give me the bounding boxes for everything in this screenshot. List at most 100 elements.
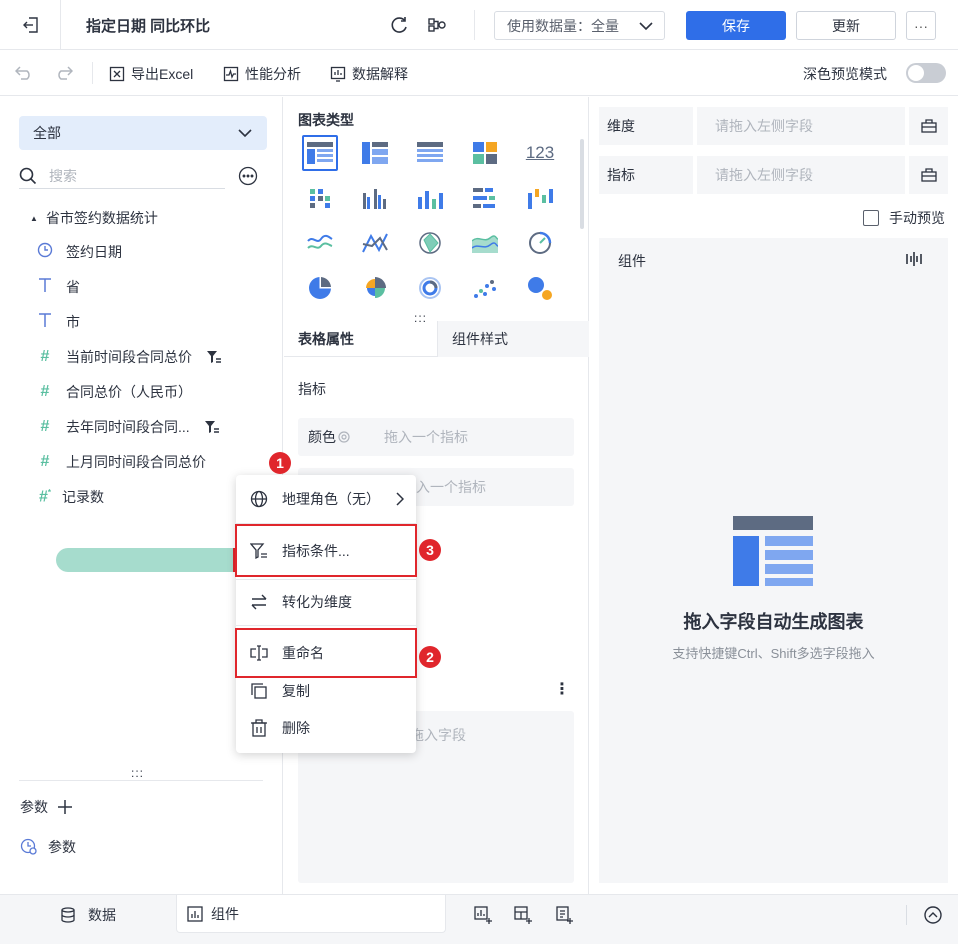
checkbox-icon[interactable] xyxy=(863,210,879,226)
add-dashboard-icon[interactable] xyxy=(513,905,533,925)
more-button[interactable]: ··· xyxy=(906,11,936,40)
redo-icon[interactable] xyxy=(54,64,74,82)
update-button[interactable]: 更新 xyxy=(796,11,896,40)
save-button[interactable]: 保存 xyxy=(686,11,786,40)
menu-item-convert-dimension[interactable]: 转化为维度 xyxy=(236,584,416,620)
perf-analysis-button[interactable]: 性能分析 xyxy=(223,64,301,84)
dark-preview-toggle[interactable] xyxy=(906,63,946,83)
field-item[interactable]: 市 xyxy=(36,308,80,336)
field-item[interactable]: 省 xyxy=(36,273,80,301)
chart-type-rose[interactable] xyxy=(357,270,393,306)
dataset-node[interactable]: ▲ 省市签约数据统计 xyxy=(30,208,158,228)
metric-drop-field[interactable]: 请拖入左侧字段 xyxy=(697,156,905,194)
dimension-drop-field[interactable]: 请拖入左侧字段 xyxy=(697,107,905,145)
chart-type-dot-bar[interactable] xyxy=(302,180,338,216)
dataset-name: 省市签约数据统计 xyxy=(45,210,158,226)
bar-chart-icon xyxy=(418,191,443,209)
panel-resize-handle[interactable]: ::: xyxy=(131,767,144,779)
field-item-selected[interactable]: # 上月同时间段合同总价 xyxy=(36,448,206,476)
add-report-icon[interactable] xyxy=(554,905,574,925)
empty-state-title: 拖入字段自动生成图表 xyxy=(683,612,864,632)
toolbar-divider xyxy=(92,62,93,84)
copy-icon xyxy=(251,683,267,699)
manual-preview-label: 手动预览 xyxy=(889,210,945,226)
component-canvas[interactable]: 组件 拖入字段自动生成图表 支持快捷键Ctrl、Shift多选字段拖入 xyxy=(599,238,948,883)
detail-table-icon xyxy=(417,142,443,162)
tab-component-active[interactable]: 组件 xyxy=(176,895,446,933)
undo-icon[interactable] xyxy=(14,64,34,82)
chart-type-line[interactable] xyxy=(302,225,338,261)
chart-type-bubble[interactable] xyxy=(522,270,558,306)
more-options-icon[interactable] xyxy=(238,166,258,186)
data-amount-select[interactable]: 使用数据量：全量 xyxy=(494,11,665,40)
export-excel-button[interactable]: 导出Excel xyxy=(109,64,193,84)
chart-type-scatter[interactable] xyxy=(467,270,503,306)
chart-type-waterfall[interactable] xyxy=(522,180,558,216)
hash-icon: # xyxy=(40,453,50,470)
perf-analysis-label: 性能分析 xyxy=(245,66,301,82)
chart-type-bar[interactable] xyxy=(412,180,448,216)
menu-item-delete[interactable]: 删除 xyxy=(236,710,416,746)
menu-item-geo-role[interactable]: 地理角色（无） xyxy=(236,481,416,517)
chart-type-detail-table[interactable] xyxy=(412,135,448,171)
refresh-icon[interactable] xyxy=(388,14,410,36)
chart-type-pie[interactable] xyxy=(302,270,338,306)
relation-icon[interactable] xyxy=(426,14,448,36)
chart-type-grouped-bar[interactable] xyxy=(357,180,393,216)
field-label: 市 xyxy=(66,314,80,330)
add-component-icon[interactable] xyxy=(473,905,493,925)
chart-type-horizontal-bar[interactable] xyxy=(467,180,503,216)
briefcase-icon xyxy=(920,168,937,182)
exit-icon[interactable] xyxy=(20,14,42,36)
chart-type-kpi-card[interactable] xyxy=(467,135,503,171)
chart-types-title: 图表类型 xyxy=(298,112,354,128)
search-icon xyxy=(19,167,37,184)
chart-align-icon[interactable] xyxy=(905,250,923,268)
params-label: 参数 xyxy=(20,799,48,815)
field-item[interactable]: #* 记录数 xyxy=(36,483,104,511)
menu-item-copy[interactable]: 复制 xyxy=(236,673,416,709)
tab-table-props[interactable]: 表格属性 xyxy=(284,321,437,357)
search-input[interactable]: 搜索 xyxy=(49,166,77,186)
data-explain-button[interactable]: 数据解释 xyxy=(330,64,408,84)
excel-icon xyxy=(109,66,125,82)
chart-type-polyline[interactable] xyxy=(357,225,393,261)
tab-component[interactable]: 组件 xyxy=(187,895,239,933)
tab-data[interactable]: 数据 xyxy=(60,895,116,935)
field-item[interactable]: 签约日期 xyxy=(36,238,122,266)
field-item[interactable]: # 当前时间段合同总价 xyxy=(36,343,222,371)
number-chart-icon: 123 xyxy=(525,143,555,162)
gauge-icon xyxy=(529,231,552,254)
field-item[interactable]: # 合同总价（人民币） xyxy=(36,378,192,406)
line-chart-icon xyxy=(307,234,333,249)
chart-type-gauge[interactable] xyxy=(522,225,558,261)
param-item[interactable]: 参数 xyxy=(20,837,76,857)
caret-down-icon: ▲ xyxy=(30,213,38,223)
metric-config-button[interactable] xyxy=(909,156,948,194)
section-divider xyxy=(19,780,263,781)
dimension-config-button[interactable] xyxy=(909,107,948,145)
property-tabs: 表格属性 组件样式 xyxy=(284,321,589,357)
bottom-tab-bar: 数据 组件 xyxy=(0,894,958,944)
chart-type-table[interactable] xyxy=(302,135,338,171)
chart-types-scrollbar[interactable] xyxy=(580,139,584,229)
field-search[interactable]: 搜索 xyxy=(19,163,225,189)
add-param-icon[interactable] xyxy=(58,800,72,814)
color-drop-slot[interactable]: 颜色 拖入一个指标 xyxy=(298,418,574,456)
chart-type-number[interactable]: 123 xyxy=(522,135,558,171)
field-label: 省 xyxy=(66,279,80,295)
chart-type-donut[interactable] xyxy=(412,270,448,306)
tab-component-style[interactable]: 组件样式 xyxy=(437,321,589,357)
chart-type-radar[interactable] xyxy=(412,225,448,261)
chart-type-cross-table[interactable] xyxy=(357,135,393,171)
horizontal-bar-icon xyxy=(473,188,495,208)
manual-preview-checkbox[interactable]: 手动预览 xyxy=(863,208,945,228)
chart-type-area[interactable] xyxy=(467,225,503,261)
field-item[interactable]: # 去年同时间段合同... xyxy=(36,413,220,441)
scope-select[interactable]: 全部 xyxy=(19,116,267,150)
empty-table-illustration xyxy=(733,516,813,586)
collapse-up-icon[interactable] xyxy=(923,905,943,925)
settings-icon[interactable] xyxy=(338,431,350,443)
text-icon xyxy=(36,312,54,333)
section-kebab-icon[interactable]: ⋮ xyxy=(554,679,570,699)
